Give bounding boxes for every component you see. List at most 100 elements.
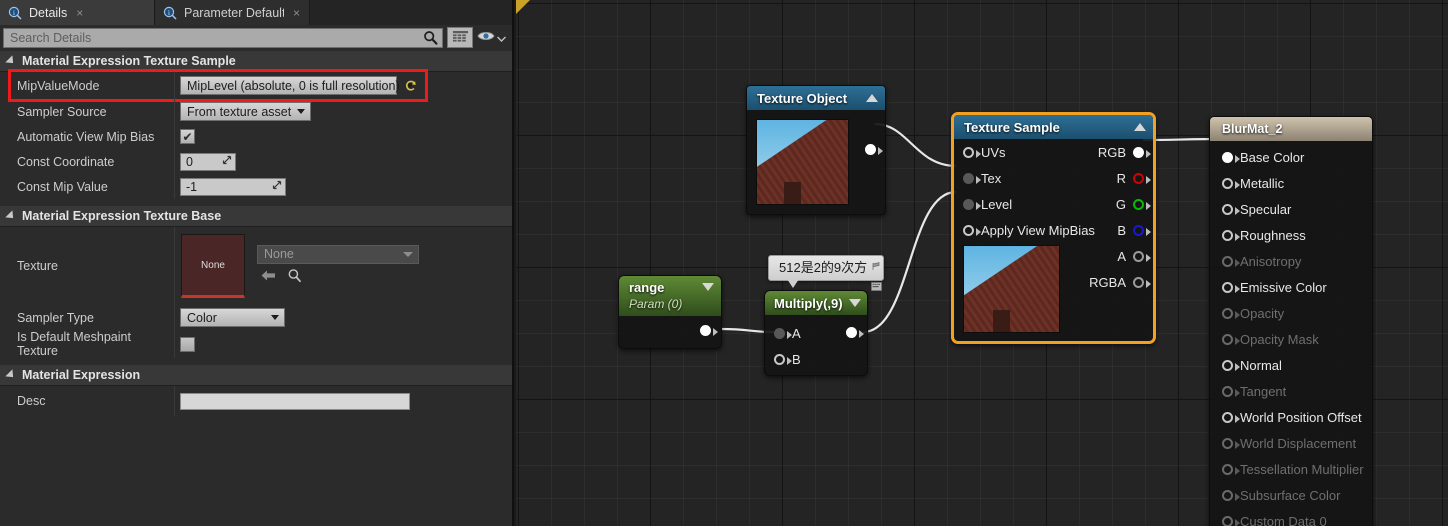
input-pin-row-subsurface-color[interactable]: Subsurface Color (1222, 482, 1372, 508)
pin-icon[interactable] (871, 259, 882, 277)
collapse-up-icon[interactable] (1134, 123, 1146, 131)
expand-down-icon[interactable] (849, 299, 861, 307)
node-texture-sample[interactable]: Texture Sample UVs Tex Level Apply View … (951, 112, 1156, 344)
input-pin-row-normal[interactable]: Normal (1222, 352, 1372, 378)
reset-arrow-icon[interactable] (403, 78, 419, 94)
input-pin-custom-data-0[interactable] (1222, 515, 1240, 526)
tab-parameter-defaults[interactable]: i Parameter Default: × (155, 0, 310, 25)
browse-to-asset-icon[interactable] (287, 268, 302, 288)
comment-bubble[interactable]: 512是2的9次方 (768, 255, 884, 291)
input-pin-b[interactable] (774, 353, 792, 365)
input-pin-row-base-color[interactable]: Base Color (1222, 144, 1372, 170)
input-pin-row-anisotropy[interactable]: Anisotropy (1222, 248, 1372, 274)
section-header-material-expression[interactable]: Material Expression (0, 364, 512, 386)
output-pin-row-rgb[interactable]: RGB (1098, 139, 1151, 165)
spinner-icon[interactable] (272, 180, 282, 193)
pin-arrow-icon (976, 227, 981, 236)
texture-asset-dropdown[interactable]: None (257, 244, 419, 264)
section-header-texture-sample[interactable]: Material Expression Texture Sample (0, 50, 512, 72)
input-pin-row-roughness[interactable]: Roughness (1222, 222, 1372, 248)
input-pin-roughness[interactable] (1222, 229, 1240, 241)
pin-arrow-icon (713, 328, 718, 336)
use-selected-asset-icon[interactable] (260, 269, 277, 287)
input-pin-tessellation-multiplier[interactable] (1222, 463, 1240, 475)
input-pin-label: Tessellation Multiplier (1240, 461, 1364, 477)
tab-details[interactable]: i Details × (0, 0, 155, 25)
close-icon[interactable]: × (76, 7, 83, 19)
input-pin-row-world-displacement[interactable]: World Displacement (1222, 430, 1372, 456)
input-pin-row-opacity[interactable]: Opacity (1222, 300, 1372, 326)
node-title-bar[interactable]: Texture Object (747, 86, 885, 110)
input-pin-world-displacement[interactable] (1222, 437, 1240, 449)
output-pin-multiply[interactable] (846, 327, 864, 338)
output-pin-row-a[interactable]: A (1117, 243, 1151, 269)
section-header-texture-base[interactable]: Material Expression Texture Base (0, 205, 512, 227)
input-pin-normal[interactable] (1222, 359, 1240, 371)
input-pin-row-tangent[interactable]: Tangent (1222, 378, 1372, 404)
input-pin-metallic[interactable] (1222, 177, 1240, 189)
input-pin-uvs[interactable] (963, 146, 981, 158)
input-pin-row-metallic[interactable]: Metallic (1222, 170, 1372, 196)
output-pin-row-r[interactable]: R (1117, 165, 1151, 191)
node-title-bar[interactable]: Texture Sample (954, 115, 1153, 139)
input-pin-world-position-offset[interactable] (1222, 411, 1240, 423)
sampler-source-dropdown[interactable]: From texture asset (180, 102, 312, 121)
close-icon[interactable]: × (293, 7, 300, 19)
output-pin-r[interactable] (1133, 172, 1151, 184)
input-pin-row-tessellation-multiplier[interactable]: Tessellation Multiplier (1222, 456, 1372, 482)
const-coordinate-field[interactable]: 0 (180, 152, 236, 171)
input-pin-a[interactable] (774, 327, 792, 339)
search-input[interactable]: Search Details (3, 27, 443, 48)
input-pin-tangent[interactable] (1222, 385, 1240, 397)
input-pin-opacity-mask[interactable] (1222, 333, 1240, 345)
pin-arrow-icon (1235, 466, 1240, 475)
output-pin-texture-object[interactable] (865, 144, 883, 155)
node-texture-object[interactable]: Texture Object (746, 85, 886, 215)
output-pin-row-g[interactable]: G (1116, 191, 1151, 217)
output-pin-a[interactable] (1133, 250, 1151, 262)
input-pin-row-specular[interactable]: Specular (1222, 196, 1372, 222)
output-pin-row-rgba[interactable]: RGBA (1089, 269, 1151, 295)
const-mip-value-field[interactable]: -1 (180, 177, 286, 196)
spinner-icon[interactable] (222, 155, 232, 168)
input-pin-specular[interactable] (1222, 203, 1240, 215)
input-pin-row-emissive-color[interactable]: Emissive Color (1222, 274, 1372, 300)
auto-view-mip-bias-checkbox[interactable]: ✔ (180, 129, 195, 144)
column-view-icon[interactable] (447, 27, 473, 48)
input-pin-level[interactable] (963, 198, 981, 210)
input-pin-opacity[interactable] (1222, 307, 1240, 319)
section-title: Material Expression Texture Sample (22, 54, 236, 68)
input-pin-row-world-position-offset[interactable]: World Position Offset (1222, 404, 1372, 430)
texture-thumbnail[interactable]: None (181, 234, 245, 298)
output-pin-g[interactable] (1133, 198, 1151, 210)
view-options-button[interactable] (477, 29, 509, 47)
input-pin-emissive-color[interactable] (1222, 281, 1240, 293)
material-graph-canvas[interactable]: Texture Object range Param (0) 512是2的9次方… (516, 0, 1448, 526)
mipvaluemode-dropdown[interactable]: MipLevel (absolute, 0 is full resolution… (180, 76, 414, 95)
node-multiply[interactable]: Multiply(,9) A B (764, 290, 868, 376)
node-material-output[interactable]: BlurMat_2 Base Color Metallic Specular R… (1209, 116, 1373, 526)
input-pin-apply-view-mipbias[interactable] (963, 224, 981, 236)
output-pin-rgba[interactable] (1133, 276, 1151, 288)
sampler-type-dropdown[interactable]: Color (180, 308, 285, 327)
node-title-bar[interactable]: Multiply(,9) (765, 291, 867, 315)
input-pin-row-opacity-mask[interactable]: Opacity Mask (1222, 326, 1372, 352)
output-pin-row-b[interactable]: B (1117, 217, 1151, 243)
input-pin-row-b[interactable]: B (765, 346, 867, 372)
property-label: Sampler Type (0, 305, 175, 330)
expand-down-icon[interactable] (702, 283, 714, 291)
desc-input[interactable] (180, 392, 410, 410)
collapse-up-icon[interactable] (866, 94, 878, 102)
node-range-param[interactable]: range Param (0) (618, 275, 722, 349)
output-pin-rgb[interactable] (1133, 146, 1151, 158)
node-title-bar[interactable]: range Param (0) (619, 276, 721, 316)
is-default-meshpaint-checkbox[interactable] (180, 336, 195, 352)
input-pin-subsurface-color[interactable] (1222, 489, 1240, 501)
input-pin-row-custom-data-0[interactable]: Custom Data 0 (1222, 508, 1372, 526)
output-pin-range[interactable] (700, 325, 718, 336)
input-pin-base-color[interactable] (1222, 151, 1240, 163)
input-pin-anisotropy[interactable] (1222, 255, 1240, 267)
input-pin-tex[interactable] (963, 172, 981, 184)
node-title-bar[interactable]: BlurMat_2 (1210, 117, 1372, 141)
output-pin-b[interactable] (1133, 224, 1151, 236)
